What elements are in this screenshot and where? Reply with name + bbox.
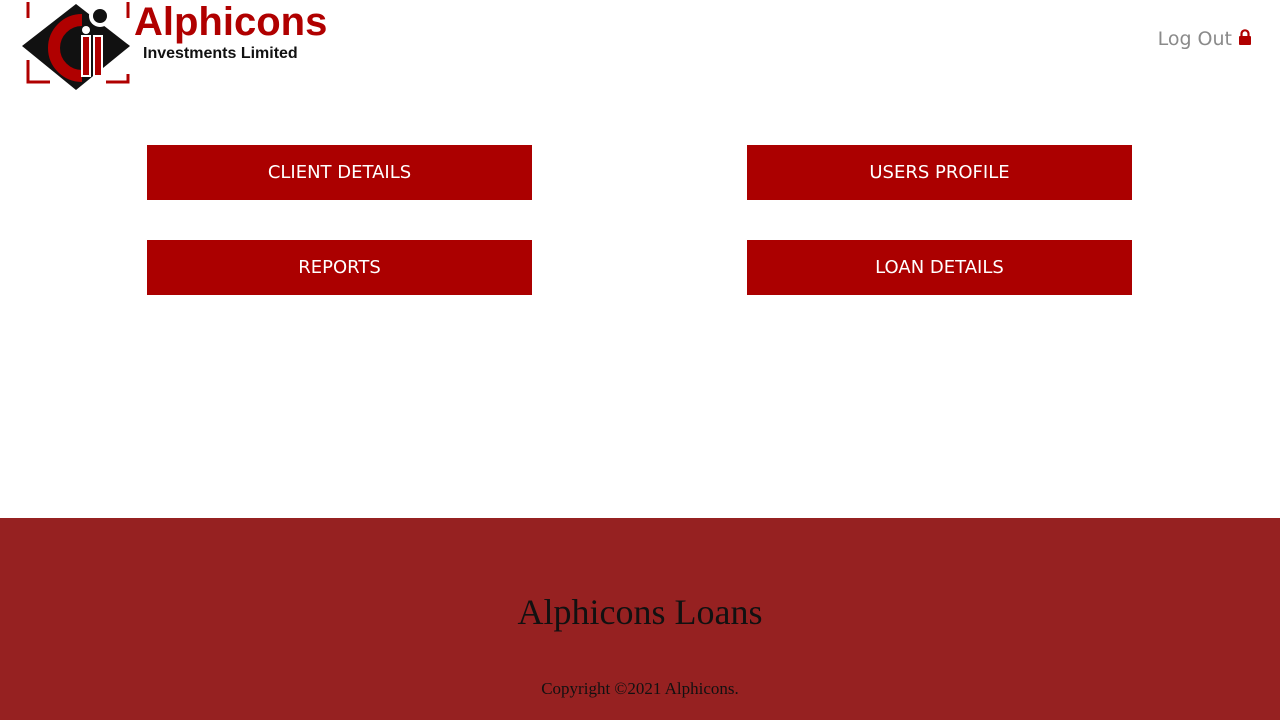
lock-icon	[1239, 28, 1251, 45]
logout-link[interactable]: Log Out	[1158, 28, 1252, 50]
company-logo[interactable]: Alphicons Investments Limited	[20, 0, 340, 94]
footer: Alphicons Loans Copyright ©2021 Alphicon…	[0, 518, 1280, 720]
reports-button[interactable]: REPORTS	[147, 240, 532, 295]
page: Alphicons Investments Limited Log Out CL…	[0, 0, 1280, 720]
logo-subtitle: Investments Limited	[143, 45, 298, 62]
footer-title: Alphicons Loans	[517, 592, 763, 632]
client-details-button[interactable]: CLIENT DETAILS	[147, 145, 532, 200]
users-profile-button[interactable]: USERS PROFILE	[747, 145, 1132, 200]
logout-label: Log Out	[1157, 28, 1232, 50]
logo-emblem-icon	[22, 2, 130, 90]
loan-details-button[interactable]: LOAN DETAILS	[747, 240, 1132, 295]
logo-brand-name: Alphicons	[134, 0, 328, 44]
copyright-text: Copyright ©2021 Alphicons.	[541, 679, 739, 698]
